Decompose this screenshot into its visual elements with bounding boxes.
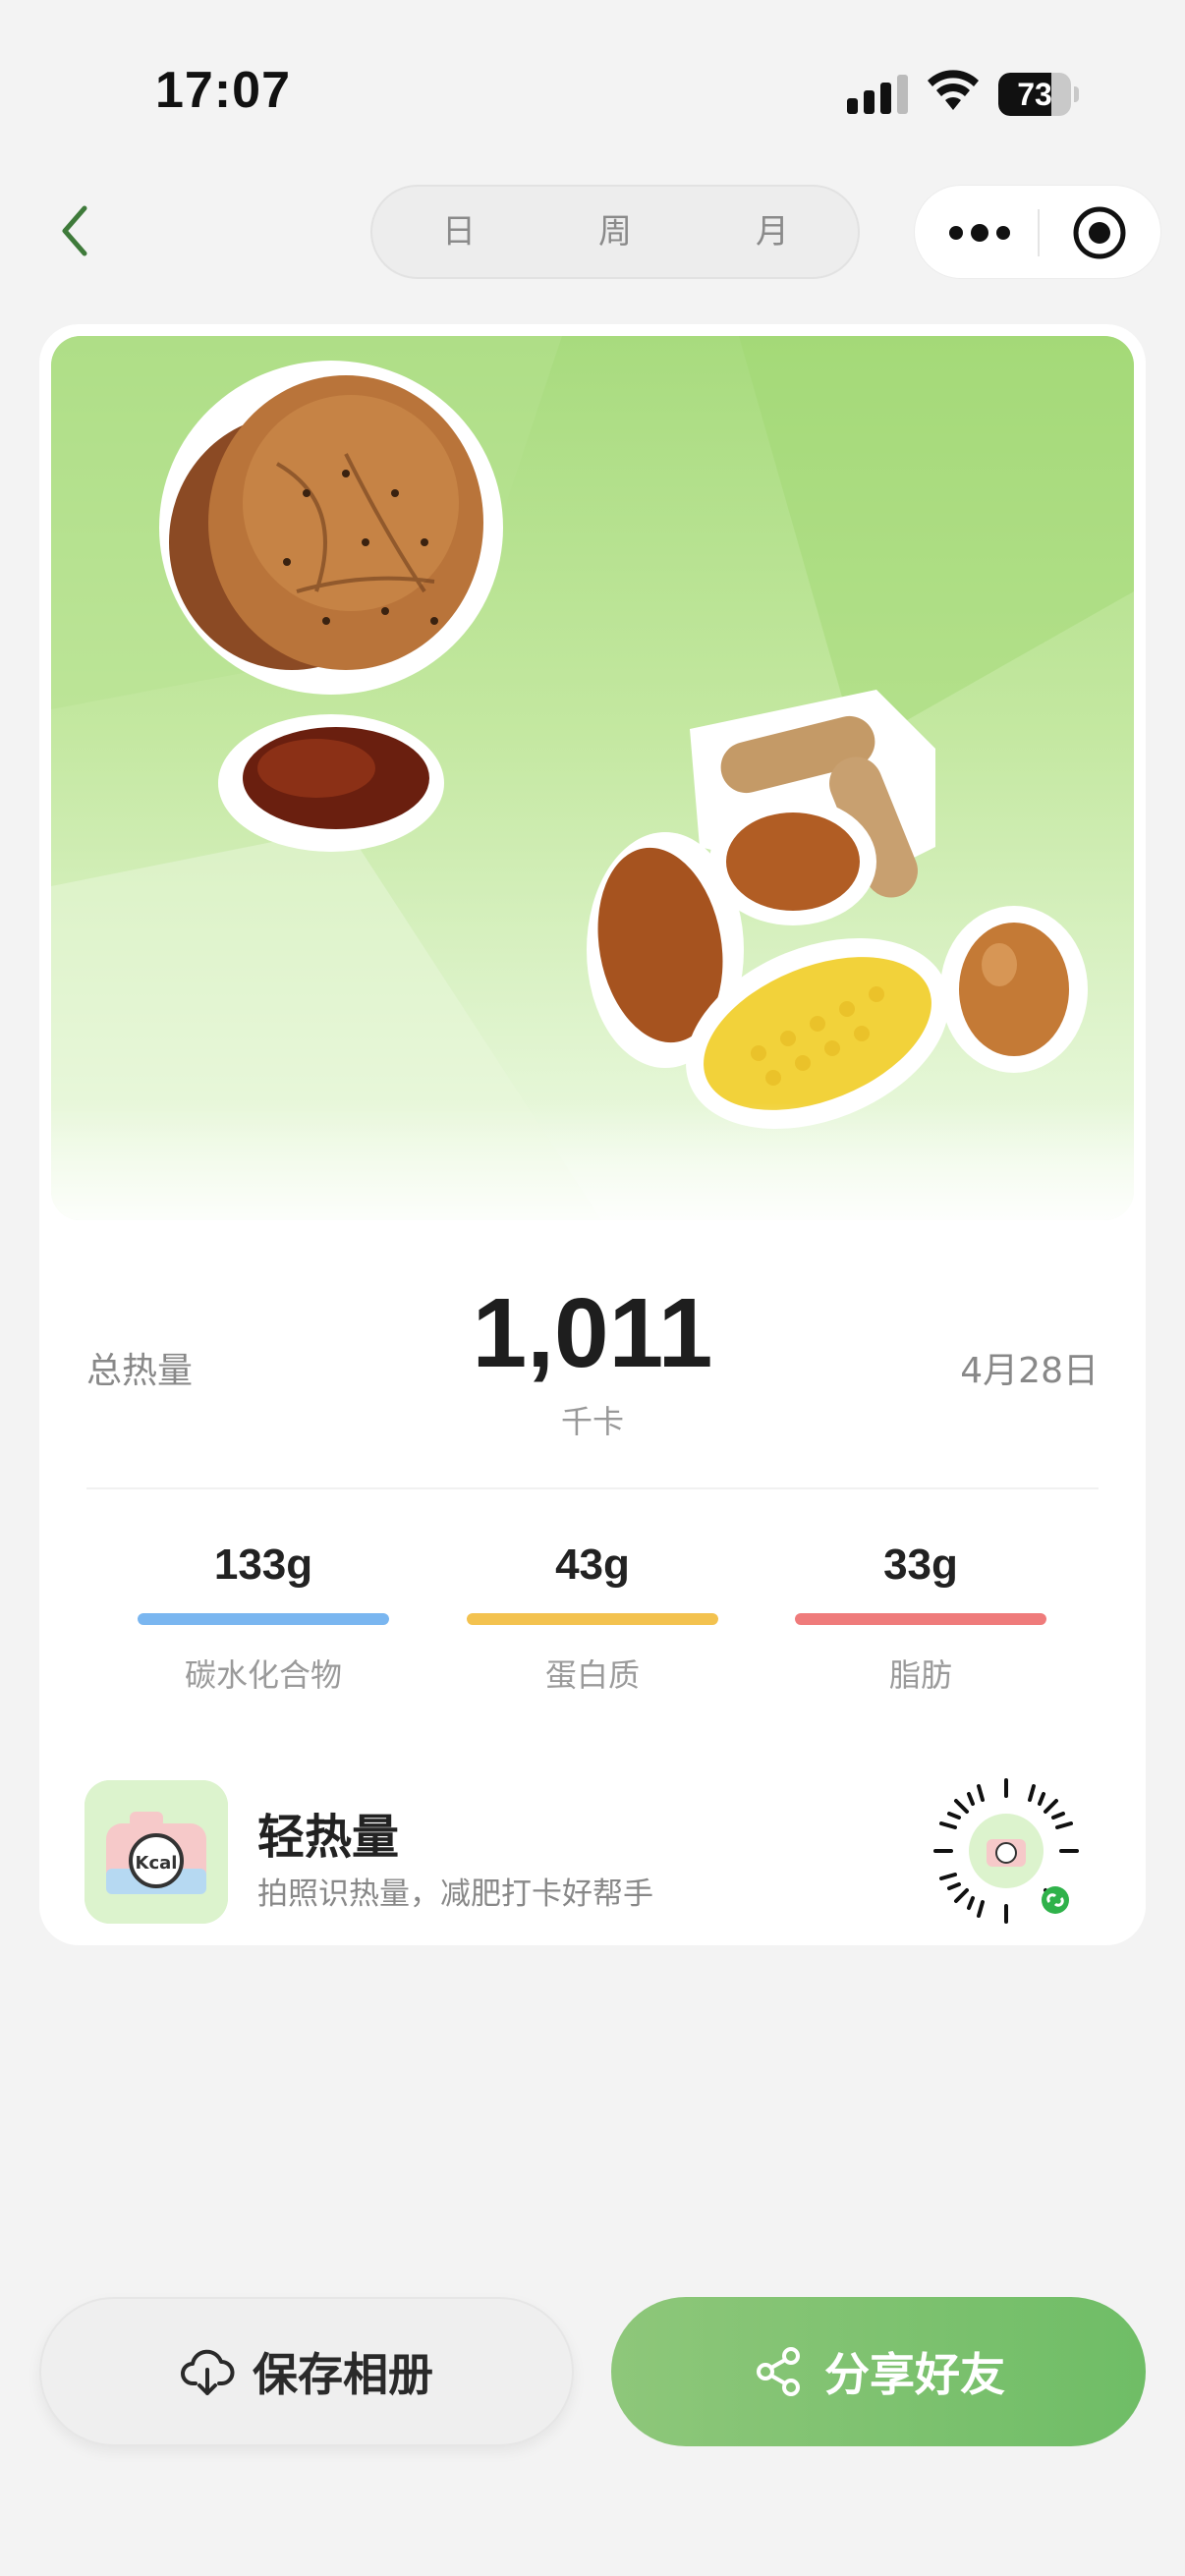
mini-program-capsule	[914, 185, 1161, 279]
logo-text: Kcal	[136, 1853, 178, 1874]
app-logo: Kcal	[85, 1780, 228, 1924]
egg-image	[940, 906, 1088, 1073]
food-illustration	[51, 336, 1134, 1220]
macro-carbs-value: 133g	[213, 1540, 313, 1589]
mini-program-code-icon[interactable]	[930, 1774, 1083, 1928]
meal-photo	[51, 336, 1134, 1220]
date-label: 4月28日	[960, 1351, 1099, 1391]
macro-fat: 33g 脂肪	[795, 1540, 1046, 1696]
macro-fat-bar	[795, 1613, 1046, 1625]
total-calories-value: 1,011	[472, 1278, 713, 1388]
battery-icon: 73	[998, 73, 1079, 116]
macro-carbs: 133g 碳水化合物	[138, 1540, 389, 1696]
share-icon	[757, 2347, 800, 2396]
macro-protein-value: 43g	[555, 1540, 630, 1589]
summary-card: 总热量 1,011 千卡 4月28日 133g 碳水化合物 43g 蛋白质 33…	[39, 324, 1146, 1945]
burger-image	[159, 361, 503, 695]
status-bar: 17:07 73	[0, 0, 1185, 187]
calories-unit: 千卡	[560, 1403, 624, 1440]
signal-icon	[847, 75, 908, 114]
save-to-album-button[interactable]: 保存相册	[39, 2297, 574, 2446]
wifi-icon	[928, 70, 979, 110]
camera-logo-icon: Kcal	[85, 1780, 228, 1924]
cloud-download-icon	[181, 2349, 235, 2395]
macro-protein-label: 蛋白质	[544, 1656, 640, 1694]
tab-month[interactable]: 月	[694, 195, 851, 269]
divider	[86, 1487, 1099, 1489]
share-button-label: 分享好友	[824, 2348, 1005, 2401]
capsule-divider	[1038, 209, 1040, 256]
period-tabs: 日 周 月	[370, 185, 860, 279]
macro-carbs-bar	[138, 1613, 389, 1625]
back-arrow-icon[interactable]	[51, 196, 100, 265]
macro-carbs-label: 碳水化合物	[184, 1656, 342, 1694]
tab-day[interactable]: 日	[380, 195, 537, 269]
close-target-icon[interactable]	[1070, 203, 1129, 262]
share-friends-button[interactable]: 分享好友	[611, 2297, 1146, 2446]
battery-percent: 73	[1017, 77, 1052, 112]
chicken-wing-image	[218, 714, 444, 852]
status-time: 17:07	[155, 62, 291, 119]
save-button-label: 保存相册	[253, 2348, 433, 2401]
macro-protein: 43g 蛋白质	[467, 1540, 718, 1696]
total-calories-label: 总热量	[86, 1351, 194, 1391]
tab-week[interactable]: 周	[536, 195, 694, 269]
more-icon[interactable]	[944, 213, 1013, 252]
macro-fat-label: 脂肪	[888, 1656, 952, 1694]
macro-fat-value: 33g	[883, 1540, 958, 1589]
macro-protein-bar	[467, 1613, 718, 1625]
app-name: 轻热量	[257, 1810, 400, 1865]
app-tagline: 拍照识热量，减肥打卡好帮手	[257, 1876, 653, 1912]
